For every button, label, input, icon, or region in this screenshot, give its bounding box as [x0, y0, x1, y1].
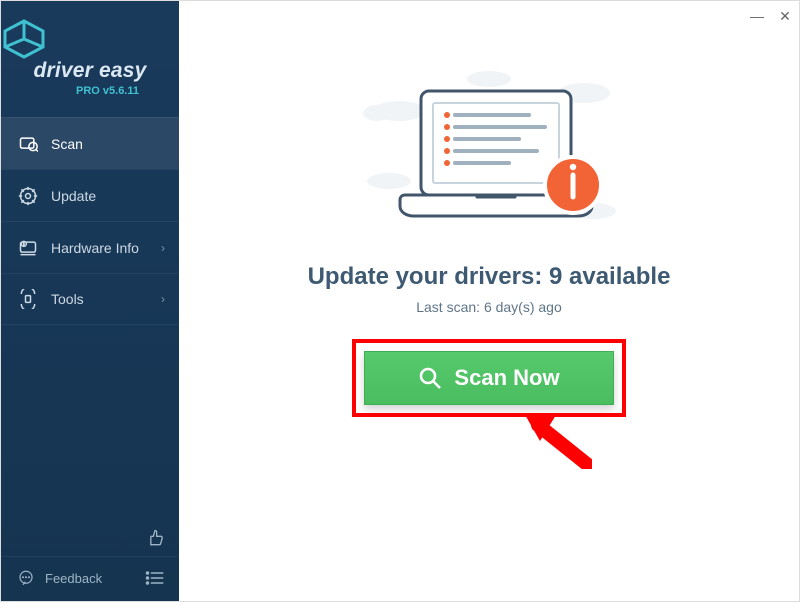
- thumbs-up-icon[interactable]: [145, 528, 165, 548]
- close-button[interactable]: ✕: [771, 1, 799, 31]
- chevron-right-icon: ›: [161, 241, 165, 255]
- brand-block: driver easy PRO v5.6.11: [1, 1, 179, 111]
- feedback-label: Feedback: [45, 571, 102, 586]
- last-scan-text: Last scan: 6 day(s) ago: [416, 299, 562, 315]
- sidebar-item-update[interactable]: Update: [1, 169, 179, 221]
- sidebar-item-label: Scan: [51, 136, 83, 152]
- app-window: — ✕ driver easy PRO v5.6.11 Scan Update i H…: [0, 0, 800, 602]
- scan-highlight-box: Scan Now: [352, 339, 626, 417]
- available-count: 9: [549, 263, 562, 290]
- sidebar-item-scan[interactable]: Scan: [1, 117, 179, 169]
- sidebar-item-label: Hardware Info: [51, 240, 139, 256]
- scan-now-button[interactable]: Scan Now: [364, 351, 614, 405]
- laptop-illustration: [359, 71, 619, 241]
- feedback-button[interactable]: Feedback: [1, 556, 179, 601]
- speech-bubble-icon: [17, 569, 35, 587]
- sidebar-item-label: Update: [51, 188, 96, 204]
- chevron-right-icon: ›: [161, 292, 165, 306]
- minimize-button[interactable]: —: [743, 1, 771, 31]
- update-icon: [17, 185, 39, 207]
- sidebar-item-label: Tools: [51, 291, 84, 307]
- brand-name: driver easy: [1, 59, 179, 83]
- main-pane: Update your drivers: 9 available Last sc…: [179, 1, 799, 601]
- tools-icon: [17, 288, 39, 310]
- sidebar-spacer: [1, 325, 179, 528]
- annotation-arrow-icon: [522, 409, 592, 469]
- sidebar-item-tools[interactable]: Tools ›: [1, 273, 179, 325]
- sidebar-item-hardware-info[interactable]: i Hardware Info ›: [1, 221, 179, 273]
- scan-icon: [17, 133, 39, 155]
- list-icon[interactable]: [145, 569, 165, 587]
- scan-now-label: Scan Now: [454, 365, 559, 391]
- brand-logo-icon: [1, 19, 179, 59]
- titlebar: — ✕: [743, 1, 799, 31]
- sidebar-quick-actions: [1, 528, 179, 556]
- sidebar-nav: Scan Update i Hardware Info › Tools ›: [1, 117, 179, 325]
- svg-text:i: i: [23, 241, 24, 246]
- brand-version: PRO v5.6.11: [1, 85, 179, 97]
- magnifier-icon: [418, 366, 442, 390]
- headline: Update your drivers: 9 available: [308, 263, 671, 291]
- sidebar: driver easy PRO v5.6.11 Scan Update i Hardw…: [1, 1, 179, 601]
- hardware-icon: i: [17, 237, 39, 259]
